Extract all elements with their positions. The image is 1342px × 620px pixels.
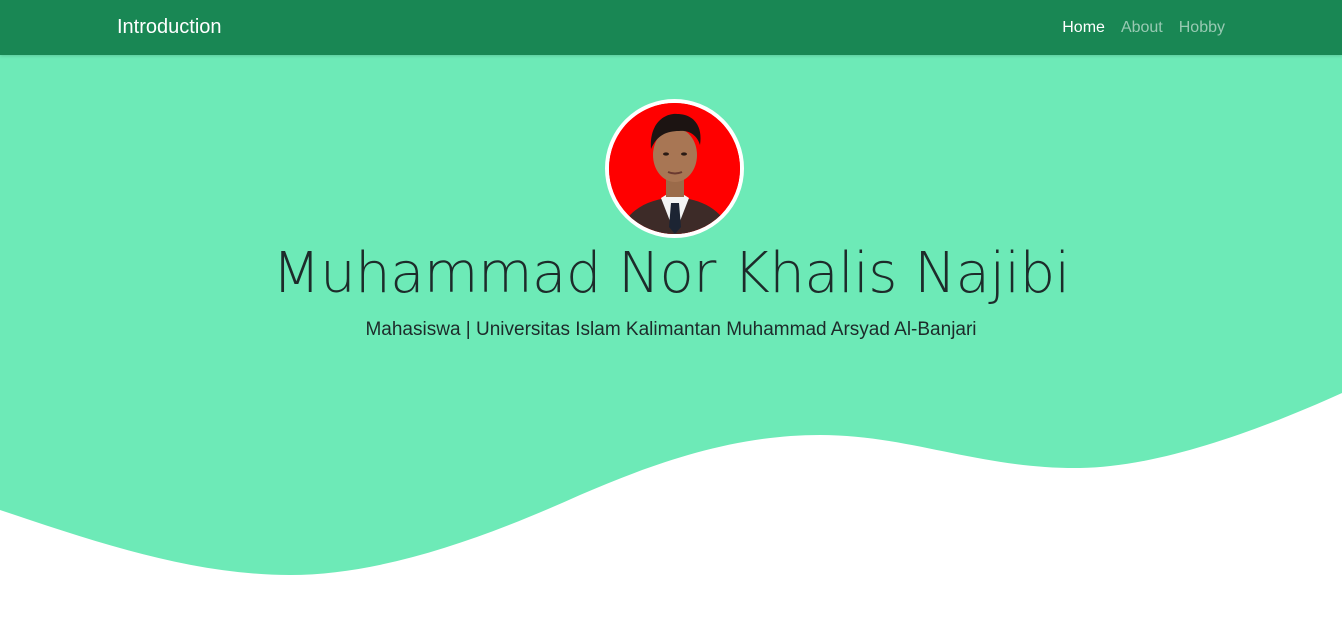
nav-link-hobby[interactable]: Hobby — [1179, 19, 1225, 37]
nav-links: Home About Hobby — [1062, 0, 1225, 55]
navbar-brand[interactable]: Introduction — [117, 0, 222, 55]
nav-link-about[interactable]: About — [1121, 19, 1163, 37]
nav-link-home[interactable]: Home — [1062, 19, 1105, 37]
navbar: Introduction Home About Hobby — [0, 0, 1342, 55]
profile-name: Muhammad Nor Khalis Najibi — [272, 241, 1070, 306]
profile-subtitle: Mahasiswa | Universitas Islam Kalimantan… — [365, 319, 977, 340]
profile-avatar — [605, 99, 744, 238]
hero-section: Muhammad Nor Khalis Najibi Mahasiswa | U… — [0, 55, 1342, 620]
